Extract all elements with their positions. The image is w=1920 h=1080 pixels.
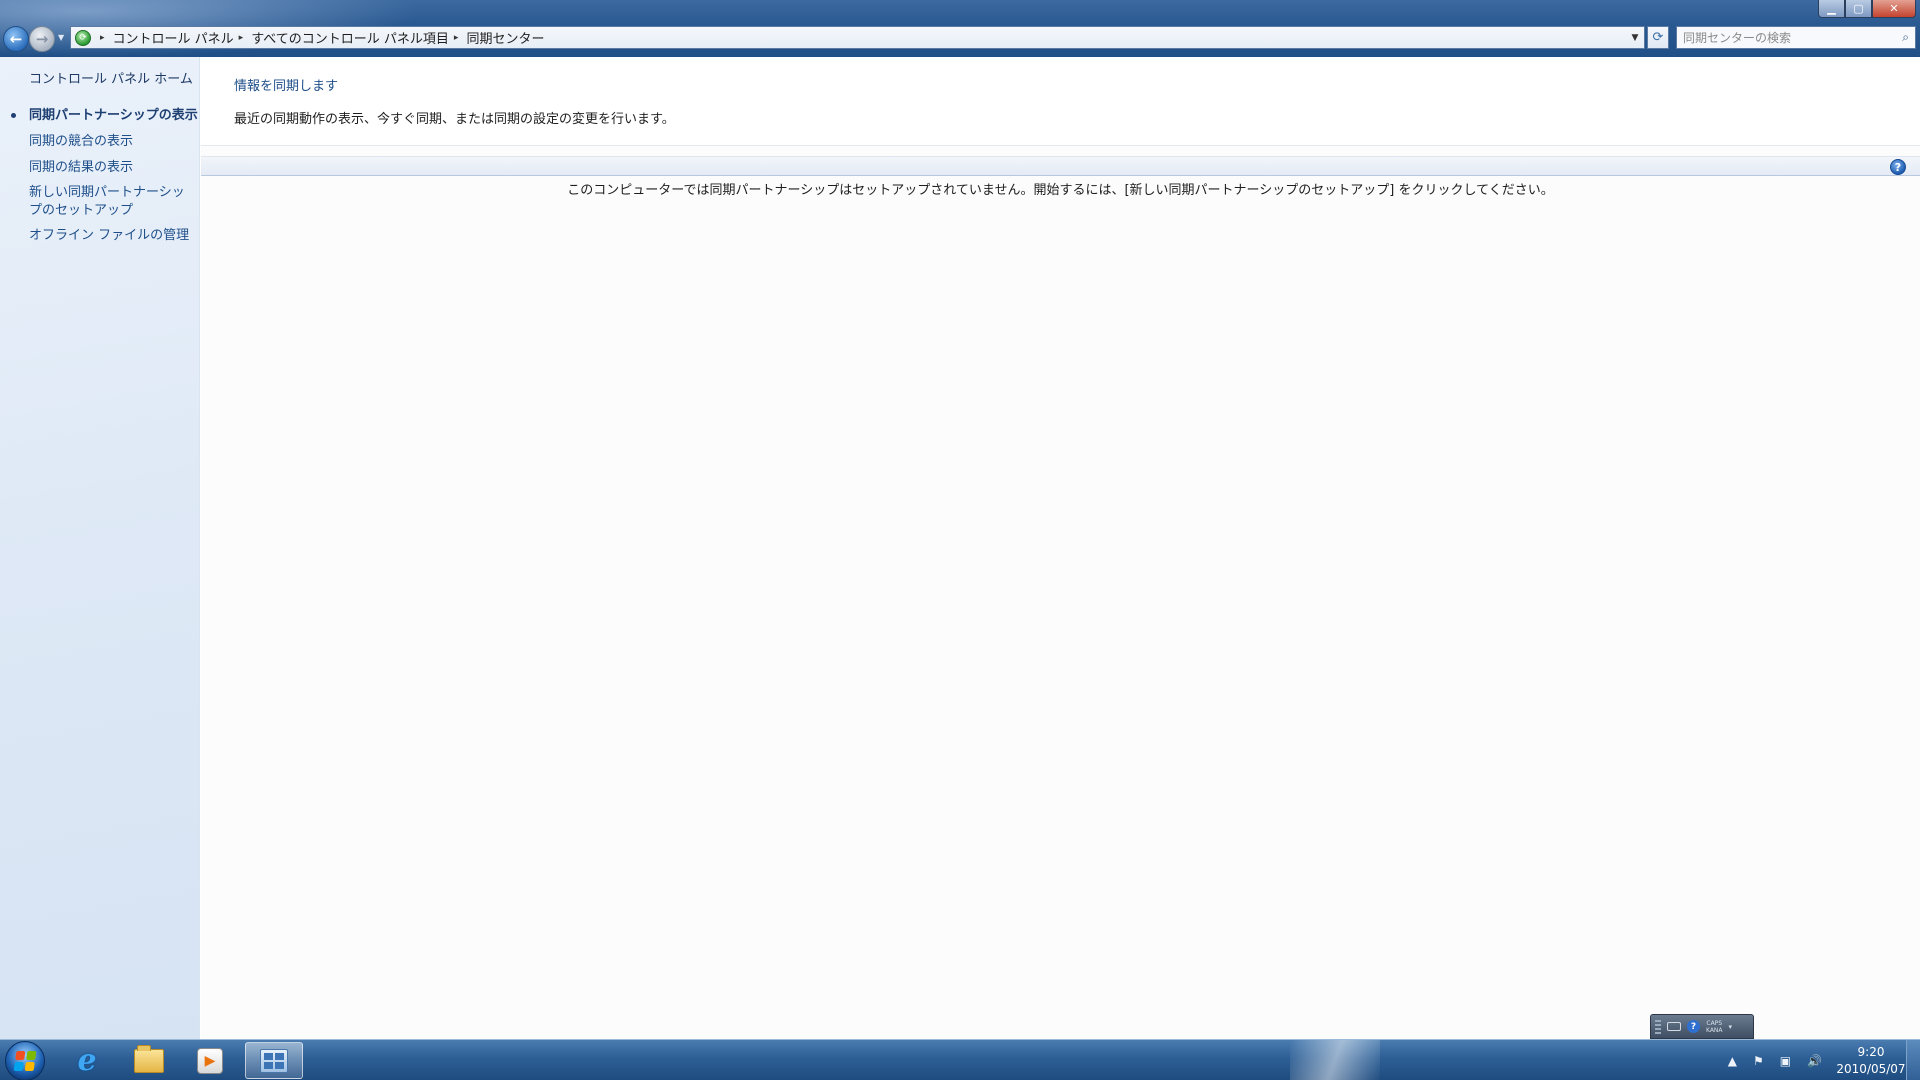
show-desktop-button[interactable] bbox=[1906, 1040, 1920, 1080]
ime-help-icon[interactable]: ? bbox=[1687, 1020, 1700, 1033]
control-panel-home-link[interactable]: コントロール パネル ホーム bbox=[29, 71, 193, 89]
search-icon[interactable]: ⌕ bbox=[1902, 30, 1909, 45]
language-bar[interactable]: ? CAPS KANA ▾ bbox=[1650, 1014, 1754, 1039]
breadcrumb-control-panel[interactable]: コントロール パネル bbox=[113, 28, 234, 47]
control-panel-icon bbox=[260, 1048, 288, 1073]
recent-pages-dropdown[interactable]: ▼ bbox=[58, 33, 64, 42]
media-player-icon: ▶ bbox=[197, 1047, 223, 1074]
keyboard-icon[interactable] bbox=[1667, 1022, 1681, 1031]
clock[interactable]: 9:20 2010/05/07 bbox=[1836, 1044, 1906, 1078]
language-bar-options-icon[interactable]: ▾ bbox=[1729, 1023, 1733, 1031]
forward-button[interactable]: → bbox=[29, 26, 55, 52]
current-item-bullet-icon bbox=[11, 113, 16, 118]
action-center-flag-icon[interactable]: ⚑ bbox=[1753, 1054, 1764, 1068]
command-bar: ? bbox=[201, 156, 1920, 176]
clock-date: 2010/05/07 bbox=[1836, 1061, 1906, 1076]
page-description: 最近の同期動作の表示、今すぐ同期、または同期の設定の変更を行います。 bbox=[234, 112, 675, 127]
search-box[interactable]: ⌕ bbox=[1676, 26, 1916, 49]
search-input[interactable] bbox=[1683, 30, 1903, 45]
internet-explorer-icon: e bbox=[77, 1043, 97, 1078]
maximize-button[interactable]: ▢ bbox=[1845, 0, 1872, 18]
close-button[interactable]: ✕ bbox=[1872, 0, 1916, 18]
breadcrumb-all-items[interactable]: すべてのコントロール パネル項目 bbox=[251, 28, 449, 47]
clock-time: 9:20 bbox=[1857, 1044, 1885, 1059]
kana-label: KANA bbox=[1706, 1026, 1723, 1034]
breadcrumb-separator-icon[interactable]: ▸ bbox=[454, 33, 459, 43]
notification-area: ▲ ⚑ ▣ 🔊 9:20 2010/05/07 bbox=[1720, 1040, 1920, 1080]
network-icon[interactable]: ▣ bbox=[1780, 1054, 1791, 1068]
header-panel: 情報を同期します 最近の同期動作の表示、今すぐ同期、または同期の設定の変更を行い… bbox=[201, 57, 1920, 146]
refresh-button[interactable]: ⟳ bbox=[1647, 26, 1669, 49]
back-button[interactable]: ← bbox=[3, 26, 29, 52]
taskbar-control-panel[interactable] bbox=[245, 1042, 303, 1079]
grip-handle-icon[interactable] bbox=[1655, 1019, 1661, 1034]
taskbar-internet-explorer[interactable]: e bbox=[58, 1042, 116, 1079]
caps-kana-indicator: CAPS KANA bbox=[1706, 1020, 1723, 1034]
taskbar-explorer[interactable] bbox=[120, 1042, 178, 1079]
breadcrumb-sync-center[interactable]: 同期センター bbox=[466, 28, 544, 47]
breadcrumb-separator-icon[interactable]: ▸ bbox=[100, 33, 105, 43]
windows-logo-icon bbox=[13, 1051, 37, 1071]
taskbar-media-player[interactable]: ▶ bbox=[181, 1042, 239, 1079]
start-button[interactable] bbox=[5, 1041, 45, 1080]
page-title: 情報を同期します bbox=[234, 79, 339, 94]
task-pane: コントロール パネル ホーム 同期パートナーシップの表示 同期の競合の表示 同期… bbox=[0, 57, 200, 1039]
address-bar[interactable]: ⟳ ▸ コントロール パネル ▸ すべてのコントロール パネル項目 ▸ 同期セン… bbox=[70, 26, 1645, 49]
breadcrumb-separator-icon[interactable]: ▸ bbox=[239, 33, 244, 43]
sidebar-item-manage-offline-files[interactable]: オフライン ファイルの管理 bbox=[29, 227, 189, 245]
minimize-button[interactable]: ▁ bbox=[1818, 0, 1845, 18]
address-dropdown-icon[interactable]: ▼ bbox=[1626, 33, 1644, 43]
sidebar-item-setup-partnership[interactable]: 新しい同期パートナーシップのセットアップ bbox=[29, 184, 189, 220]
sidebar-item-view-partnerships[interactable]: 同期パートナーシップの表示 bbox=[29, 107, 198, 125]
empty-partnerships-message: このコンピューターでは同期パートナーシップはセットアップされていません。開始する… bbox=[567, 183, 1554, 198]
sync-center-icon: ⟳ bbox=[75, 29, 91, 46]
caps-label: CAPS bbox=[1706, 1019, 1723, 1027]
window-chrome: ▁ ▢ ✕ ← → ▼ ⟳ ▸ コントロール パネル ▸ すべてのコントロール … bbox=[0, 0, 1920, 57]
window-controls: ▁ ▢ ✕ bbox=[1818, 0, 1916, 19]
taskbar: e ▶ ▲ ⚑ ▣ 🔊 9:20 2010/05/07 bbox=[0, 1039, 1920, 1080]
folder-icon bbox=[134, 1044, 164, 1073]
sidebar-item-view-conflicts[interactable]: 同期の競合の表示 bbox=[29, 133, 133, 151]
volume-icon[interactable]: 🔊 bbox=[1807, 1054, 1822, 1068]
help-icon[interactable]: ? bbox=[1890, 159, 1906, 175]
main-content: 情報を同期します 最近の同期動作の表示、今すぐ同期、または同期の設定の変更を行い… bbox=[201, 57, 1920, 1039]
sidebar-item-view-results[interactable]: 同期の結果の表示 bbox=[29, 159, 133, 177]
show-hidden-icons-icon[interactable]: ▲ bbox=[1728, 1054, 1737, 1068]
